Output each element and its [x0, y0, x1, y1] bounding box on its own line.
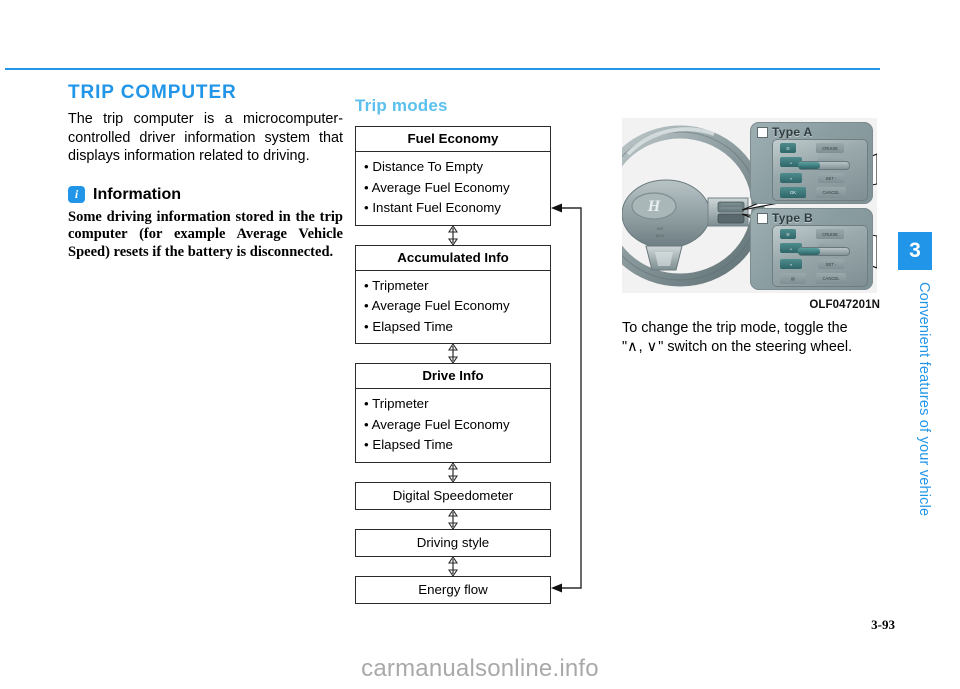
- trip-modes-title: Trip modes: [355, 96, 448, 115]
- type-a-panel: Type A ☰ CRUISE ▵ SET + ▿ SET - OK CANCE…: [750, 122, 873, 204]
- mode-box-header: Driving style: [416, 534, 490, 550]
- list-item: • Average Fuel Economy: [364, 179, 510, 195]
- list-item-label: Tripmeter: [372, 277, 429, 293]
- cruise-button-a[interactable]: CRUISE: [816, 143, 844, 153]
- figure-caption: OLF047201N: [809, 299, 880, 311]
- mode-button-b[interactable]: ☰: [780, 229, 796, 239]
- steering-switch-cluster-b: ☰ CRUISE ▵ SET + ▿ SET - ▤ CANCEL: [772, 225, 868, 287]
- mode-box-items: • Distance To Empty • Average Fuel Econo…: [356, 152, 550, 225]
- section-intro-text: The trip computer is a microcomputer-con…: [68, 111, 343, 164]
- mode-box-items: • Tripmeter • Average Fuel Economy • Ela…: [356, 389, 550, 462]
- list-item-label: Distance To Empty: [372, 159, 483, 174]
- mode-box-header: Accumulated Info: [356, 246, 550, 271]
- type-a-label: Type A: [772, 125, 813, 139]
- mode-box-accumulated-info[interactable]: Accumulated Info • Tripmeter • Average F…: [355, 244, 551, 344]
- mode-box-driving-style[interactable]: Driving style: [355, 528, 551, 557]
- lever-grip-a: [798, 162, 820, 169]
- down-chevron-button-b[interactable]: ▿: [780, 259, 802, 269]
- watermark: carmanualsonline.info: [361, 655, 599, 682]
- steering-switch-cluster-a: ☰ CRUISE ▵ SET + ▿ SET - OK CANCEL: [772, 139, 868, 201]
- figure-description-part1: To change the trip mode, toggle the: [622, 320, 848, 336]
- set-minus-button-a[interactable]: SET -: [818, 173, 844, 183]
- page-number: 3-93: [871, 617, 895, 632]
- mode-button-a[interactable]: ☰: [780, 143, 796, 153]
- list-item: • Elapsed Time: [364, 318, 453, 334]
- page-title: TRIP COMPUTER: [68, 82, 237, 103]
- info-icon: i: [68, 186, 85, 203]
- cancel-button-b[interactable]: CANCEL: [816, 273, 846, 284]
- mode-box-energy-flow[interactable]: Energy flow: [355, 575, 551, 604]
- comma-glyph: ,: [638, 338, 643, 355]
- information-note-title: Information: [93, 185, 181, 203]
- bullet-square-icon: [757, 212, 768, 224]
- up-chevron-glyph: ∧: [627, 338, 639, 355]
- connector-double-arrow: [355, 344, 551, 363]
- list-item-label: Average Fuel Economy: [371, 298, 510, 313]
- list-item-label: Tripmeter: [372, 396, 429, 411]
- header-divider: [5, 68, 880, 70]
- mode-box-header: Drive Info: [356, 364, 550, 389]
- type-b-panel: Type B ☰ CRUISE ▵ SET + ▿ SET - ▤ CANCEL: [750, 208, 873, 290]
- mode-box-header: Digital Speedometer: [392, 487, 514, 503]
- connector-double-arrow: [355, 556, 551, 576]
- list-item-label: Average Fuel Economy: [371, 179, 510, 195]
- down-chevron-glyph: ∨: [646, 338, 659, 355]
- list-item-label: Average Fuel Economy: [371, 416, 510, 432]
- left-text-column: TRIP COMPUTER The trip computer is a mic…: [68, 82, 343, 261]
- steering-wheel-figure: H AIR BAG Type A ☰ CRUISE ▵ ▿ SET - OK C…: [622, 118, 877, 293]
- quote-close: ": [658, 338, 664, 355]
- mode-box-header: Energy flow: [418, 581, 488, 597]
- list-item: • Tripmeter: [364, 277, 429, 293]
- type-a-label-group: Type A: [757, 125, 812, 139]
- trip-modes-flowchart: Fuel Economy • Distance To Empty • Avera…: [355, 126, 585, 604]
- mode-box-drive-info[interactable]: Drive Info • Tripmeter • Average Fuel Ec…: [355, 363, 551, 463]
- list-item-label: Instant Fuel Economy: [372, 200, 501, 215]
- chapter-title-vertical: Convenient features of your vehicle: [916, 282, 932, 517]
- figure-description-part2: switch on the steering wheel.: [667, 338, 853, 355]
- bullet-square-icon: [757, 126, 768, 138]
- list-item: • Average Fuel Economy: [364, 298, 510, 313]
- set-minus-button-b[interactable]: SET -: [818, 259, 844, 269]
- lever-grip-b: [798, 248, 820, 255]
- mode-box-items: • Tripmeter • Average Fuel Economy • Ela…: [356, 271, 550, 344]
- trip-modes-column: Trip modes Fuel Economy • Distance To Em…: [355, 96, 585, 604]
- trip-button-b[interactable]: ▤: [780, 273, 806, 284]
- mode-box-digital-speedometer[interactable]: Digital Speedometer: [355, 481, 551, 510]
- figure-description: To change the trip mode, toggle the "∧, …: [622, 319, 880, 356]
- information-note-heading: i Information: [68, 186, 343, 204]
- connector-double-arrow: [355, 225, 551, 245]
- connector-double-arrow: [355, 462, 551, 482]
- down-chevron-button-a[interactable]: ▿: [780, 173, 802, 183]
- list-item-label: Elapsed Time: [372, 318, 453, 334]
- list-item: • Distance To Empty: [364, 159, 483, 174]
- chapter-number-tab: 3: [898, 232, 932, 270]
- type-b-label: Type B: [772, 211, 813, 225]
- mode-box-header: Fuel Economy: [356, 127, 550, 152]
- cruise-button-b[interactable]: CRUISE: [816, 229, 844, 239]
- list-item: • Tripmeter: [364, 396, 429, 411]
- type-b-label-group: Type B: [757, 211, 813, 225]
- mode-box-fuel-economy[interactable]: Fuel Economy • Distance To Empty • Avera…: [355, 126, 551, 226]
- cancel-button-a[interactable]: CANCEL: [816, 187, 846, 198]
- ok-button-a[interactable]: OK: [780, 187, 806, 198]
- list-item: • Average Fuel Economy: [364, 416, 510, 432]
- list-item: • Instant Fuel Economy: [364, 200, 501, 215]
- list-item-label: Elapsed Time: [372, 437, 453, 452]
- information-note-body: Some driving information stored in the t…: [68, 208, 343, 260]
- figure-column: H AIR BAG Type A ☰ CRUISE ▵ ▿ SET - OK C…: [622, 118, 880, 356]
- list-item: • Elapsed Time: [364, 437, 453, 452]
- connector-double-arrow: [355, 509, 551, 529]
